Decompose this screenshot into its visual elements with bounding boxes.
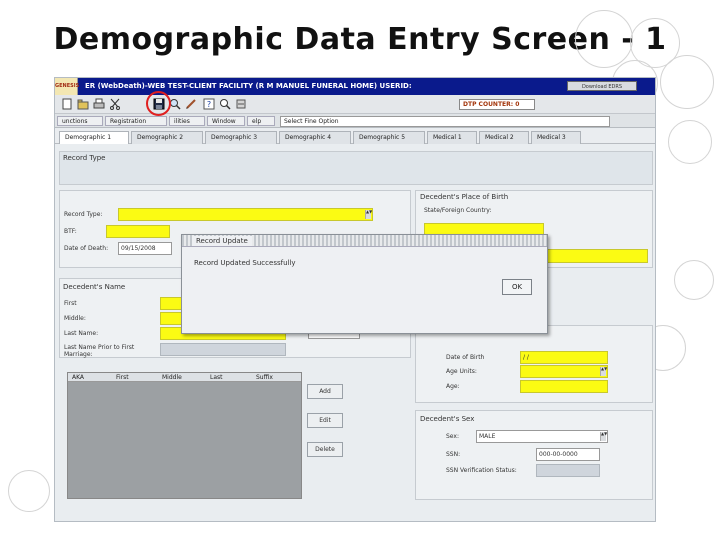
menu-bar: unctions Registration ilities Window elp… [55, 114, 655, 128]
select-option-dropdown[interactable]: Select Fine Option [280, 116, 610, 127]
spinner-icon[interactable]: ▲▼ [600, 432, 607, 441]
tab-demographic-2[interactable]: Demographic 2 [131, 131, 203, 144]
state-country-label: State/Foreign Country: [424, 207, 492, 214]
tab-demographic-1[interactable]: Demographic 1 [59, 131, 129, 144]
birth-city-input[interactable] [532, 249, 648, 263]
menu-help[interactable]: elp [247, 116, 275, 126]
tab-demographic-3[interactable]: Demographic 3 [205, 131, 277, 144]
btf-label: BTF: [64, 228, 77, 235]
tab-medical-1[interactable]: Medical 1 [427, 131, 477, 144]
dialog-message: Record Updated Successfully [194, 259, 296, 267]
record-type-panel: Record Type [59, 151, 653, 185]
record-type-select[interactable]: ▲▼ [118, 208, 373, 221]
prior-last-name-input[interactable] [160, 343, 286, 356]
open-icon[interactable] [77, 98, 89, 110]
record-update-dialog: Record Update Record Updated Successfull… [181, 234, 548, 334]
decorative-circle [668, 120, 712, 164]
sex-select[interactable]: MALE ▲▼ [476, 430, 608, 443]
age-units-select[interactable]: ▲▼ [520, 365, 608, 378]
print-icon[interactable] [93, 98, 105, 110]
ok-button[interactable]: OK [502, 279, 532, 295]
column-header-last: Last [210, 374, 223, 381]
age-input[interactable] [520, 380, 608, 393]
decedent-name-heading: Decedent's Name [63, 283, 126, 291]
search-icon[interactable] [219, 98, 231, 110]
menu-registration[interactable]: Registration [105, 116, 167, 126]
btf-input[interactable] [106, 225, 170, 238]
tools-icon[interactable] [235, 98, 247, 110]
first-name-label: First [64, 300, 77, 307]
menu-window[interactable]: Window [207, 116, 245, 126]
column-header-aka: AKA [72, 374, 85, 381]
tab-demographic-5[interactable]: Demographic 5 [353, 131, 425, 144]
save-highlight-circle [146, 91, 171, 116]
delete-button[interactable]: Delete [307, 442, 343, 457]
prior-last-name-label: Last Name Prior to First Marriage: [64, 344, 135, 358]
aka-grid[interactable]: AKA First Middle Last Suffix [67, 372, 302, 499]
download-button[interactable]: Download EDRS [567, 81, 637, 91]
dialog-title: Record Update [192, 236, 252, 246]
menu-functions[interactable]: unctions [57, 116, 103, 126]
decedent-sex-panel: Decedent's Sex Sex: MALE ▲▼ SSN: 000-00-0… [415, 410, 653, 500]
edit-icon[interactable] [185, 98, 197, 110]
record-type-label: Record Type: [64, 211, 103, 218]
date-of-death-input[interactable]: 09/15/2008 [118, 242, 172, 255]
window-titlebar: GENESIS ER (WebDeath)-WEB TEST-CLIENT FA… [55, 78, 655, 95]
spinner-icon[interactable]: ▲▼ [365, 210, 372, 219]
aka-grid-header: AKA First Middle Last Suffix [68, 373, 301, 382]
cut-icon[interactable] [109, 98, 121, 110]
sex-label: Sex: [446, 433, 459, 440]
new-icon[interactable] [61, 98, 73, 110]
decorative-circle [674, 260, 714, 300]
age-label: Age: [446, 383, 460, 390]
menu-utilities[interactable]: ilities [169, 116, 205, 126]
tab-medical-3[interactable]: Medical 3 [531, 131, 581, 144]
decorative-circle [660, 55, 714, 109]
age-units-label: Age Units: [446, 368, 477, 375]
ssn-input[interactable]: 000-00-0000 [536, 448, 600, 461]
edit-button[interactable]: Edit [307, 413, 343, 428]
date-of-birth-input[interactable]: / / [520, 351, 608, 364]
decedent-sex-heading: Decedent's Sex [420, 415, 475, 423]
ssn-verification-status [536, 464, 600, 477]
application-window: GENESIS ER (WebDeath)-WEB TEST-CLIENT FA… [54, 77, 656, 522]
tab-medical-2[interactable]: Medical 2 [479, 131, 529, 144]
decorative-circle [8, 470, 50, 512]
column-header-first: First [116, 374, 129, 381]
decorative-circle [575, 10, 633, 68]
place-of-birth-heading: Decedent's Place of Birth [420, 193, 509, 201]
dtp-counter: DTP COUNTER: 0 [459, 99, 535, 110]
ssn-label: SSN: [446, 451, 461, 458]
app-logo: GENESIS [55, 78, 79, 95]
column-header-middle: Middle [162, 374, 182, 381]
window-title: ER (WebDeath)-WEB TEST-CLIENT FACILITY (… [85, 82, 412, 90]
tab-bar: Demographic 1 Demographic 2 Demographic … [55, 129, 655, 144]
dialog-titlebar[interactable]: Record Update [182, 235, 547, 247]
date-of-birth-label: Date of Birth [446, 354, 485, 361]
ssn-verification-label: SSN Verification Status: [446, 467, 517, 474]
record-type-heading: Record Type [63, 154, 106, 162]
tab-demographic-4[interactable]: Demographic 4 [279, 131, 351, 144]
help-icon[interactable]: ? [203, 98, 215, 110]
age-panel: Date of Birth / / Age Units: ▲▼ Age: [415, 325, 653, 403]
last-name-label: Last Name: [64, 330, 99, 337]
add-button[interactable]: Add [307, 384, 343, 399]
date-of-death-label: Date of Death: [64, 245, 109, 252]
column-header-suffix: Suffix [256, 374, 273, 381]
spinner-icon[interactable]: ▲▼ [600, 367, 607, 376]
svg-text:?: ? [207, 100, 211, 109]
middle-name-label: Middle: [64, 315, 86, 322]
